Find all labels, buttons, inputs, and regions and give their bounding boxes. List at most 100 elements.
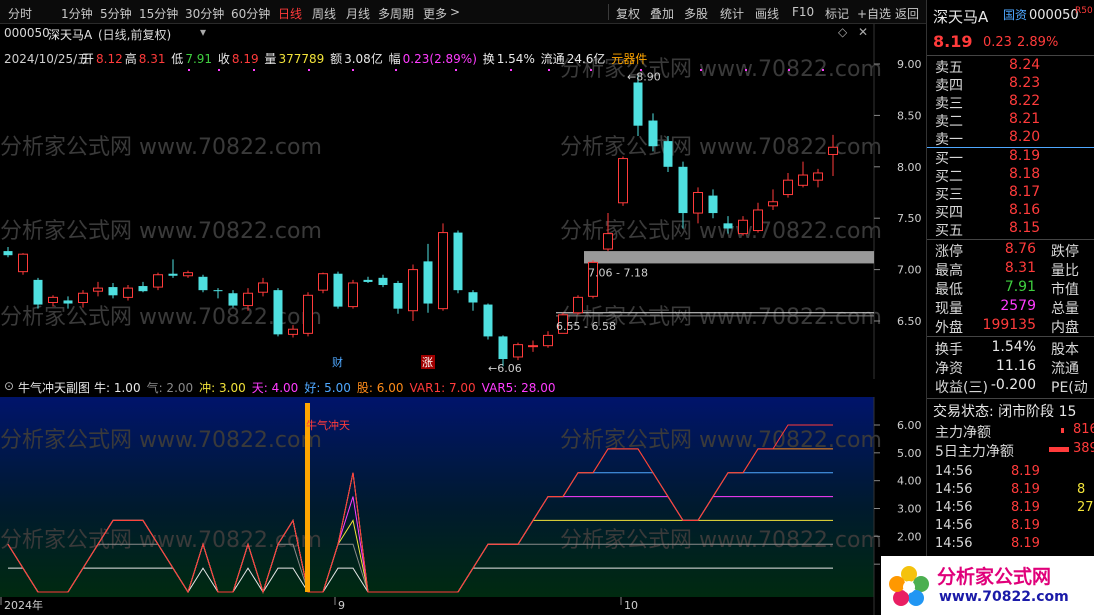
ask-price[interactable]: 8.24 bbox=[1009, 57, 1040, 73]
watermark-text: 分析家公式网 www.70822.com bbox=[0, 219, 322, 244]
ask-label: 卖四 bbox=[935, 78, 963, 94]
period-tab-daily[interactable]: 日线 bbox=[278, 5, 302, 22]
indicator-value-牛: 牛: 1.00 bbox=[94, 381, 141, 395]
candle-body bbox=[813, 172, 823, 181]
stat-label-right: PE(动 bbox=[1051, 380, 1088, 396]
event-dot bbox=[548, 69, 550, 71]
period-tab-60min[interactable]: 60分钟 bbox=[231, 5, 270, 22]
ask-price[interactable]: 8.21 bbox=[1009, 111, 1040, 127]
candle-body bbox=[798, 174, 808, 186]
event-dot bbox=[590, 69, 592, 71]
ask-price[interactable]: 8.20 bbox=[1009, 129, 1040, 145]
ask-price[interactable]: 8.22 bbox=[1009, 93, 1040, 109]
stat-value: 8.76 bbox=[1004, 241, 1036, 257]
divider bbox=[927, 336, 1094, 337]
close-icon[interactable]: ✕ bbox=[858, 25, 868, 39]
ask-label: 卖一 bbox=[935, 132, 963, 148]
bid-price[interactable]: 8.16 bbox=[1009, 202, 1040, 218]
tick-time: 14:56 bbox=[935, 464, 973, 479]
price-tick-label: 7.00 bbox=[897, 264, 922, 277]
logo-text: 分析家公式网 bbox=[937, 566, 1052, 588]
bid-label: 买二 bbox=[935, 169, 963, 185]
candle-body bbox=[243, 292, 253, 307]
candle-body bbox=[138, 286, 148, 292]
chart-title-row: 000050 深天马A (日线,前复权) ▾ ◇ ✕ bbox=[0, 24, 874, 44]
tick-price: 8.19 bbox=[1011, 482, 1040, 497]
stat-value: 1.54% bbox=[991, 339, 1036, 355]
flower-logo-icon bbox=[889, 566, 929, 606]
stat-label-right: 量比 bbox=[1051, 263, 1079, 279]
candle-body bbox=[678, 166, 688, 214]
low-annotation: ←6.06 bbox=[488, 362, 522, 375]
bid-price[interactable]: 8.17 bbox=[1009, 184, 1040, 200]
stat-label-right: 市值 bbox=[1051, 282, 1079, 298]
event-dot bbox=[253, 69, 255, 71]
tick-time: 14:56 bbox=[935, 536, 973, 551]
indicator-menu-icon[interactable]: ⊙ bbox=[4, 379, 14, 393]
period-tab-monthly[interactable]: 月线 bbox=[346, 5, 370, 22]
diamond-icon[interactable]: ◇ bbox=[838, 25, 847, 39]
info-ohlc: 开 8.12 高 8.31 低 7.91 收 8.19 量 377789 额 3.08亿 幅0… bbox=[82, 52, 648, 66]
stat-value: -0.200 bbox=[990, 377, 1036, 393]
indicator-value-冲: 冲: 3.00 bbox=[199, 381, 246, 395]
candle-body bbox=[753, 209, 763, 232]
ask-label: 卖五 bbox=[935, 60, 963, 76]
divider bbox=[927, 55, 1094, 56]
indicator-value-var1: VAR1: 7.00 bbox=[409, 381, 476, 395]
support-annotation: 6.55 - 6.58 bbox=[556, 320, 616, 333]
candle-body bbox=[93, 287, 103, 292]
candle-body bbox=[768, 201, 778, 207]
event-dot bbox=[822, 69, 824, 71]
period-tab-30min[interactable]: 30分钟 bbox=[185, 5, 224, 22]
candle-body bbox=[108, 287, 118, 296]
tool-stats-button[interactable]: 统计 bbox=[720, 5, 744, 22]
stat-label-right: 跌停 bbox=[1051, 244, 1079, 260]
quote-change-pct: 2.89% bbox=[1017, 35, 1059, 50]
tool-mark-button[interactable]: 标记 bbox=[825, 5, 849, 22]
candle-body bbox=[78, 292, 88, 303]
finance-marker[interactable]: 财 bbox=[332, 355, 343, 369]
limit-up-marker[interactable]: 涨 bbox=[422, 356, 433, 369]
stat-label: 收益(三) bbox=[935, 380, 988, 396]
ask-price[interactable]: 8.23 bbox=[1009, 75, 1040, 91]
bid-price[interactable]: 8.15 bbox=[1009, 220, 1040, 236]
price-tick-label: 6.50 bbox=[897, 315, 922, 328]
stat-label: 换手 bbox=[935, 342, 963, 358]
watermark-text: 分析家公式网 www.70822.com bbox=[0, 135, 322, 160]
tick-time: 14:56 bbox=[935, 500, 973, 515]
period-tab-multi[interactable]: 多周期 bbox=[378, 5, 414, 22]
tool-fuquan-button[interactable]: 复权 bbox=[616, 5, 640, 22]
tool-f10-button[interactable]: F10 bbox=[792, 5, 814, 19]
candle-body bbox=[498, 336, 508, 360]
period-tab-weekly[interactable]: 周线 bbox=[312, 5, 336, 22]
mode-dropdown-icon[interactable]: ▾ bbox=[200, 25, 206, 39]
candle-body bbox=[468, 292, 478, 303]
period-tab-5min[interactable]: 5分钟 bbox=[100, 5, 132, 22]
high-annotation: ←8.90 bbox=[627, 70, 661, 83]
tool-draw-button[interactable]: 画线 bbox=[755, 5, 779, 22]
kline-chart[interactable]: 分析家公式网 www.70822.com 分析家公式网 www.70822.com… bbox=[0, 24, 926, 379]
candle-body bbox=[333, 273, 343, 307]
tool-overlay-button[interactable]: 叠加 bbox=[650, 5, 674, 22]
indicator-chart[interactable]: 分析家公式网 www.70822.com 分析家公式网 www.70822.com… bbox=[0, 397, 926, 615]
tick-price: 8.19 bbox=[1011, 464, 1040, 479]
candle-body bbox=[513, 344, 523, 358]
bid-price[interactable]: 8.19 bbox=[1009, 148, 1040, 164]
candle-body bbox=[528, 345, 538, 348]
period-tab-more[interactable]: 更多 bbox=[423, 5, 447, 22]
candle-body bbox=[483, 304, 493, 337]
period-tab-15min[interactable]: 15分钟 bbox=[139, 5, 178, 22]
period-tab-1min[interactable]: 1分钟 bbox=[61, 5, 93, 22]
tool-add-watch-button[interactable]: +自选 bbox=[857, 5, 891, 22]
period-tab-fenshi[interactable]: 分时 bbox=[8, 5, 32, 22]
candle-body bbox=[363, 279, 373, 282]
chart-mode: (日线,前复权) bbox=[98, 28, 172, 42]
tool-multistock-button[interactable]: 多股 bbox=[684, 5, 708, 22]
divider bbox=[927, 239, 1094, 240]
candle-body bbox=[198, 276, 208, 291]
candle-body bbox=[288, 328, 298, 335]
more-chevron-icon[interactable]: > bbox=[450, 5, 460, 19]
bid-price[interactable]: 8.18 bbox=[1009, 166, 1040, 182]
candle-body bbox=[273, 290, 283, 335]
tool-back-button[interactable]: 返回 bbox=[895, 5, 919, 22]
